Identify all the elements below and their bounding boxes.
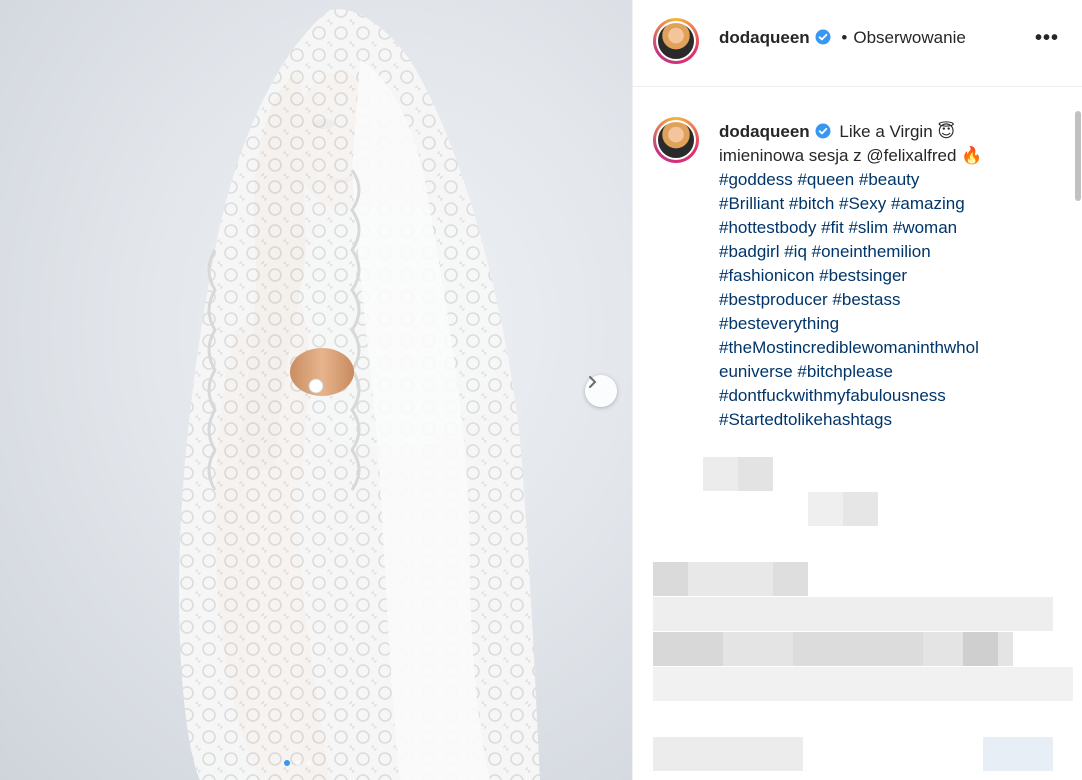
slide-dot <box>295 760 301 766</box>
hashtag-line[interactable]: #dontfuckwithmyfabulousness <box>719 384 1059 408</box>
avatar[interactable] <box>653 18 699 64</box>
post-side-panel: dodaqueen • Obserwowanie ••• dodaqueen Li… <box>632 0 1082 780</box>
hashtag-line[interactable]: #hottestbody #fit #slim #woman <box>719 216 1059 240</box>
hashtag-line[interactable]: #badgirl #iq #oneinthemilion <box>719 240 1059 264</box>
slide-indicator <box>284 760 312 766</box>
post-header: dodaqueen • Obserwowanie ••• <box>633 0 1082 87</box>
avatar[interactable] <box>653 117 699 163</box>
post-photo[interactable] <box>0 0 632 780</box>
following-button[interactable]: Obserwowanie <box>853 28 965 47</box>
more-options-icon[interactable]: ••• <box>1035 28 1059 48</box>
caption-text-line: imieninowa sesja z @felixalfred 🔥 <box>719 146 983 165</box>
separator-dot: • <box>841 28 848 47</box>
hashtag-line[interactable]: #goddess #queen #beauty <box>719 168 1059 192</box>
comments-section[interactable]: dodaqueen Like a Virgin 😇 imieninowa ses… <box>633 87 1082 780</box>
next-slide-button[interactable] <box>585 375 617 407</box>
slide-dot <box>306 760 312 766</box>
hashtag-line[interactable]: #bestproducer #bestass <box>719 288 1059 312</box>
verified-badge-icon <box>815 123 831 139</box>
caption-text-line: Like a Virgin 😇 <box>839 122 956 141</box>
chevron-right-icon <box>589 376 597 388</box>
pixelated-comments <box>633 427 1082 780</box>
hashtag-line[interactable]: #theMostincrediblewomaninthwhol <box>719 336 1059 360</box>
hashtag-line[interactable]: #fashionicon #bestsinger <box>719 264 1059 288</box>
header-username-link[interactable]: dodaqueen <box>719 28 810 47</box>
hashtag-line[interactable]: #Brilliant #bitch #Sexy #amazing <box>719 192 1059 216</box>
hashtag-line[interactable]: #besteverything <box>719 312 1059 336</box>
photo-illustration <box>179 9 540 780</box>
hashtag-line[interactable]: euniverse #bitchplease <box>719 360 1059 384</box>
slide-dot <box>284 760 290 766</box>
comments-scrollbar[interactable] <box>1075 111 1081 201</box>
caption-username-link[interactable]: dodaqueen <box>719 122 810 141</box>
post-caption: dodaqueen Like a Virgin 😇 imieninowa ses… <box>719 120 1059 432</box>
verified-badge-icon <box>815 29 831 45</box>
